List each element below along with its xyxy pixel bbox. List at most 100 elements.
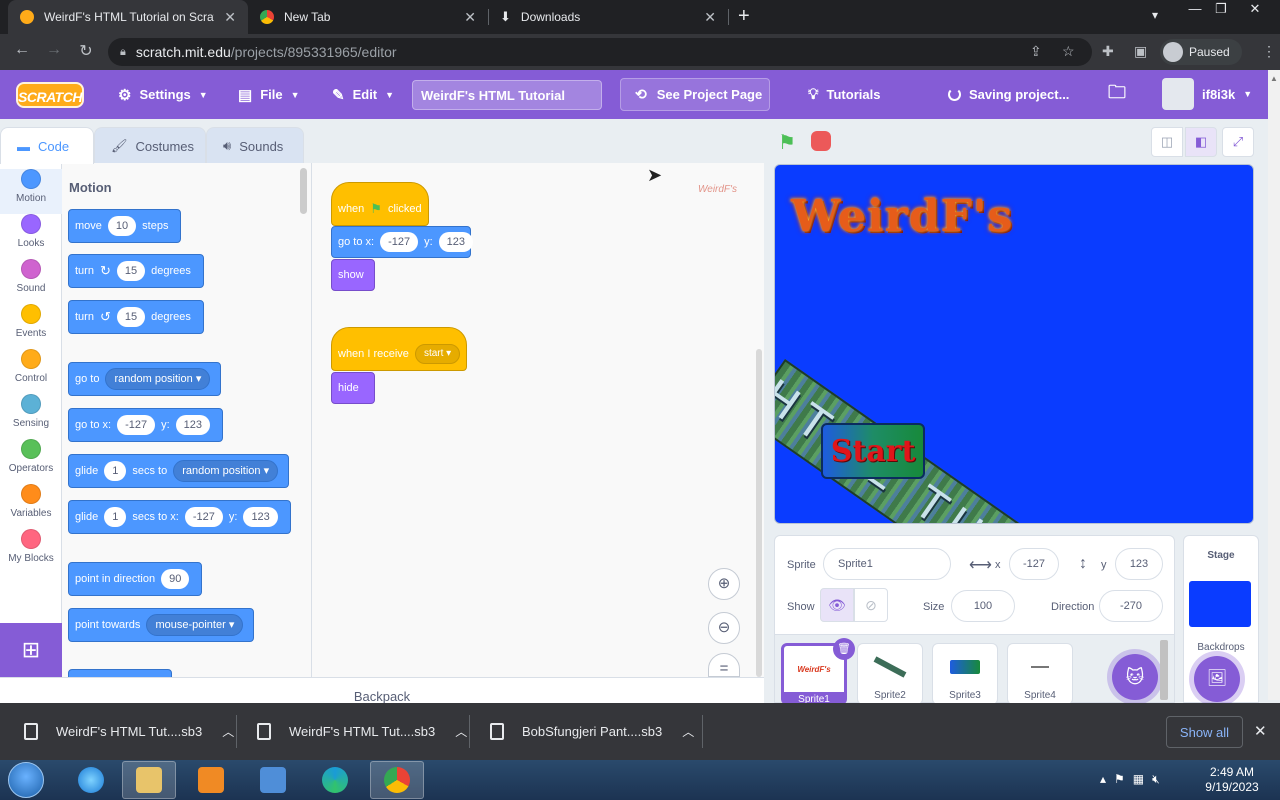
tab-search-chevron-icon[interactable]: ▾ bbox=[1152, 8, 1158, 22]
category-my-blocks[interactable]: My Blocks bbox=[0, 529, 62, 574]
block-number-input[interactable]: -127 bbox=[184, 507, 223, 527]
system-clock[interactable]: 2:49 AM 9/19/2023 bbox=[1198, 765, 1266, 795]
size-input[interactable]: 100 bbox=[951, 590, 1015, 622]
windows-start-button[interactable] bbox=[8, 762, 44, 798]
block-number-input[interactable]: 15 bbox=[116, 307, 146, 327]
add-extension-button[interactable]: ⊞ bbox=[0, 623, 62, 677]
stage-start-button[interactable]: Start bbox=[821, 423, 925, 479]
block-go-to-xy[interactable]: go to x: -127 y: 123 bbox=[331, 226, 474, 258]
download-item[interactable]: BobSfungjeri Pant....sb3 ︿ bbox=[490, 703, 694, 760]
zoom-in-button[interactable]: ⊕ bbox=[708, 568, 740, 600]
block-show[interactable]: show bbox=[331, 259, 375, 291]
block-turn-left[interactable]: turn ↺ 15 degrees bbox=[68, 300, 204, 334]
system-tray[interactable]: ▴⚑▦🔇︎ bbox=[1100, 772, 1168, 787]
file-explorer-icon[interactable] bbox=[122, 761, 176, 799]
block-go-to[interactable]: go to random position ▾ bbox=[68, 362, 222, 396]
my-stuff-folder-icon[interactable]: 🗀︎ bbox=[1108, 70, 1126, 119]
scratch-logo[interactable]: SCRATCH bbox=[16, 82, 84, 108]
file-menu[interactable]: ▤ File ▼ bbox=[238, 70, 300, 119]
block-number-input[interactable]: 10 bbox=[107, 216, 137, 236]
edge-icon[interactable] bbox=[308, 761, 362, 799]
page-scrollbar[interactable]: ▲ bbox=[1268, 70, 1280, 700]
palette-scrollbar[interactable] bbox=[300, 168, 307, 214]
block-turn-right[interactable]: turn ↻ 15 degrees bbox=[68, 254, 204, 288]
show-all-downloads-button[interactable]: Show all bbox=[1166, 716, 1243, 748]
close-tab-icon[interactable]: ✕ bbox=[224, 9, 236, 26]
back-arrow-icon[interactable]: ← bbox=[10, 41, 34, 59]
message-dropdown[interactable]: start ▾ bbox=[414, 344, 461, 364]
chevron-up-icon[interactable]: ︿ bbox=[455, 723, 467, 740]
hide-sprite-button[interactable]: ⊘ bbox=[854, 588, 888, 622]
tray-expand-icon[interactable]: ▴ bbox=[1100, 772, 1114, 786]
category-sound[interactable]: Sound bbox=[0, 259, 62, 304]
category-sensing[interactable]: Sensing bbox=[0, 394, 62, 439]
browser-tab-scratch[interactable]: WeirdF's HTML Tutorial on Scratch ✕ bbox=[8, 0, 248, 34]
new-tab-plus-icon[interactable]: + bbox=[738, 5, 750, 28]
close-window-icon[interactable]: ✕ bbox=[1240, 1, 1270, 17]
tab-sounds[interactable]: 🔊︎ Sounds bbox=[206, 127, 304, 164]
add-sprite-button[interactable]: 🐱︎ bbox=[1112, 654, 1158, 700]
bookmark-star-icon[interactable]: ☆ bbox=[1062, 43, 1075, 60]
address-bar[interactable]: 🔒︎ scratch.mit.edu /projects/895331965/e… bbox=[108, 38, 1092, 66]
volume-muted-icon[interactable]: 🔇︎ bbox=[1152, 772, 1168, 786]
lock-icon[interactable]: 🔒︎ bbox=[120, 46, 126, 59]
project-title-input[interactable] bbox=[412, 80, 602, 110]
restore-window-icon[interactable]: ❐ bbox=[1206, 1, 1236, 17]
media-player-icon[interactable] bbox=[184, 761, 238, 799]
block-point-in-direction[interactable]: point in direction 90 bbox=[68, 562, 203, 596]
network-icon[interactable]: ▦ bbox=[1133, 772, 1152, 786]
block-number-input[interactable]: 123 bbox=[243, 507, 278, 527]
block-go-to-xy[interactable]: go to x: -127 y: 123 bbox=[68, 408, 224, 442]
block-point-towards[interactable]: point towards mouse-pointer ▾ bbox=[68, 608, 255, 642]
category-control[interactable]: Control bbox=[0, 349, 62, 394]
forward-arrow-icon[interactable]: → bbox=[42, 41, 66, 59]
category-looks[interactable]: Looks bbox=[0, 214, 62, 259]
direction-input[interactable]: -270 bbox=[1099, 590, 1163, 622]
fullscreen-button[interactable]: ⤢ bbox=[1222, 127, 1254, 157]
share-icon[interactable]: ⇪ bbox=[1030, 43, 1042, 60]
edit-menu[interactable]: ✎ Edit ▼ bbox=[332, 70, 394, 119]
block-partial[interactable] bbox=[68, 669, 172, 677]
block-dropdown[interactable]: mouse-pointer ▾ bbox=[146, 614, 244, 636]
close-tab-icon[interactable]: ✕ bbox=[704, 9, 716, 26]
download-item[interactable]: WeirdF's HTML Tut....sb3 ︿ bbox=[24, 703, 234, 760]
block-number-input[interactable]: 123 bbox=[175, 415, 211, 435]
block-dropdown[interactable]: random position ▾ bbox=[173, 460, 279, 482]
block-number-input[interactable]: -127 bbox=[117, 415, 156, 435]
close-tab-icon[interactable]: ✕ bbox=[464, 9, 476, 26]
block-number-input[interactable]: 15 bbox=[116, 261, 146, 281]
zoom-reset-button[interactable]: = bbox=[708, 653, 740, 677]
block-hide[interactable]: hide bbox=[331, 372, 375, 404]
download-item[interactable]: WeirdF's HTML Tut....sb3 ︿ bbox=[257, 703, 467, 760]
block-dropdown[interactable]: random position ▾ bbox=[105, 368, 211, 390]
show-sprite-button[interactable]: 👁︎ bbox=[820, 588, 854, 622]
green-flag-icon[interactable]: ⚑ bbox=[778, 130, 796, 155]
tab-code[interactable]: ▬ Code bbox=[0, 127, 94, 164]
x-input[interactable]: -127 bbox=[1009, 548, 1059, 580]
block-number-input[interactable]: -127 bbox=[380, 232, 419, 252]
category-events[interactable]: Events bbox=[0, 304, 62, 349]
block-number-input[interactable]: 1 bbox=[104, 461, 127, 481]
reload-icon[interactable]: ↻ bbox=[74, 41, 98, 61]
see-project-page-button[interactable]: ⟲ See Project Page bbox=[620, 78, 770, 111]
add-backdrop-button[interactable]: 🖼︎ bbox=[1194, 656, 1240, 702]
sprite-name-input[interactable]: Sprite1 bbox=[823, 548, 951, 580]
sprite-list-scrollbar[interactable] bbox=[1160, 640, 1168, 700]
y-input[interactable]: 123 bbox=[1115, 548, 1163, 580]
flag-icon[interactable]: ⚑ bbox=[1114, 772, 1133, 786]
tutorials-menu[interactable]: 💡︎ Tutorials bbox=[808, 70, 880, 119]
account-menu[interactable]: if8i3k ▼ bbox=[1162, 78, 1252, 110]
delete-sprite-button[interactable]: 🗑︎ bbox=[833, 638, 855, 660]
tab-costumes[interactable]: 🖌︎ Costumes bbox=[94, 127, 206, 164]
chevron-up-icon[interactable]: ︿ bbox=[682, 723, 694, 740]
chevron-up-icon[interactable]: ︿ bbox=[222, 723, 234, 740]
block-number-input[interactable]: 123 bbox=[438, 232, 474, 252]
settings-menu[interactable]: ⚙ Settings ▼ bbox=[118, 70, 208, 119]
browser-tab-new-tab[interactable]: New Tab ✕ bbox=[248, 0, 488, 34]
normal-stage-button[interactable]: ◧ bbox=[1185, 127, 1217, 157]
block-when-i-receive[interactable]: when I receive start ▾ bbox=[331, 327, 467, 371]
category-operators[interactable]: Operators bbox=[0, 439, 62, 484]
stage[interactable]: WeirdF's HTML TUTORIAL! Start bbox=[774, 164, 1254, 524]
block-move-steps[interactable]: move 10 steps bbox=[68, 209, 182, 243]
sprite-tile[interactable]: Sprite4 bbox=[1007, 643, 1073, 705]
